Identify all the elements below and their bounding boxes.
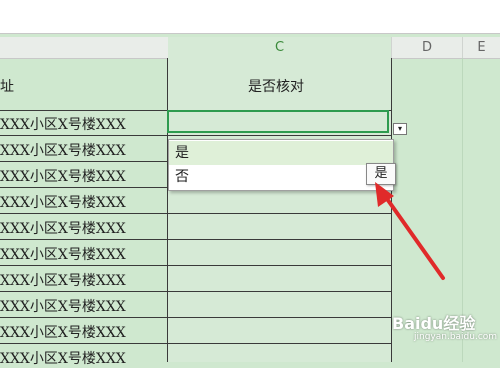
watermark-text: Baidu经验 [392, 314, 476, 333]
annotation-arrow [375, 182, 445, 280]
baidu-watermark: Baidu经验 jingyan.baidu.com [392, 310, 497, 350]
watermark-subtext: jingyan.baidu.com [414, 332, 498, 342]
